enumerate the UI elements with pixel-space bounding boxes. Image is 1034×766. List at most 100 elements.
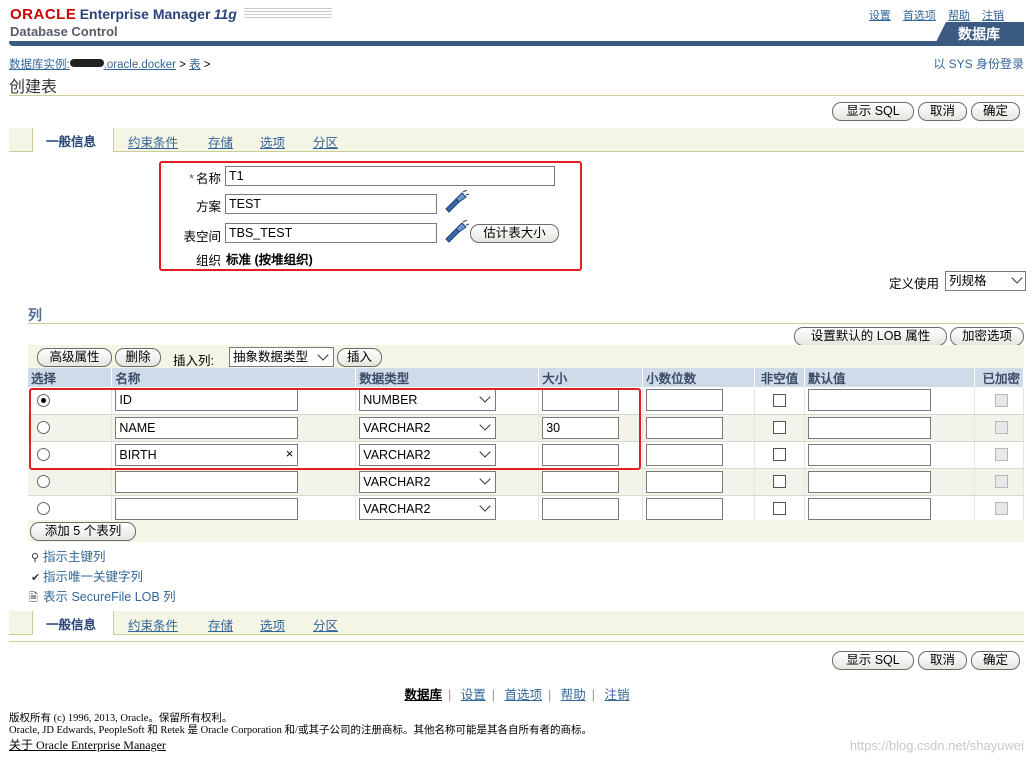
- define-using-label: 定义使用: [889, 277, 940, 291]
- table-row: VARCHAR2: [28, 495, 1025, 523]
- delete-button[interactable]: 删除: [115, 348, 161, 367]
- default-value-input[interactable]: [808, 470, 932, 493]
- bottom-divider: [9, 641, 1024, 642]
- product-name: Enterprise Manager: [79, 6, 211, 22]
- tab-general[interactable]: 一般信息: [46, 131, 96, 150]
- advanced-attributes-button[interactable]: 高级属性: [37, 348, 112, 367]
- size-input[interactable]: [542, 497, 620, 520]
- footer-links: 数据库 | 设置 | 首选项 | 帮助 | 注销: [404, 688, 630, 702]
- default-value-input[interactable]: [808, 416, 932, 439]
- row-select-radio[interactable]: [37, 475, 50, 488]
- not-null-checkbox[interactable]: [773, 475, 787, 488]
- organization-label: 组织: [195, 254, 221, 268]
- tab-partitions-bottom[interactable]: 分区: [313, 615, 338, 634]
- show-sql-button-bottom[interactable]: 显示 SQL: [832, 651, 914, 670]
- breadcrumb-table[interactable]: 表: [189, 59, 201, 71]
- subtab-bar-bottom: 一般信息 约束条件 存储 选项 分区: [9, 611, 1024, 635]
- ok-button-bottom[interactable]: 确定: [971, 651, 1020, 670]
- tab-options-bottom[interactable]: 选项: [260, 615, 285, 634]
- scale-input[interactable]: [646, 389, 724, 412]
- default-value-input[interactable]: [808, 497, 932, 520]
- define-using-select[interactable]: 列规格: [945, 271, 1026, 291]
- scale-input[interactable]: [646, 416, 724, 439]
- encrypted-checkbox: [995, 421, 1008, 434]
- default-value-input[interactable]: [808, 443, 932, 466]
- insert-button[interactable]: 插入: [337, 348, 382, 367]
- column-name-input[interactable]: [115, 497, 299, 520]
- datatype-select[interactable]: VARCHAR2: [359, 470, 497, 493]
- watermark: https://blog.csdn.net/shayuwei: [849, 738, 1024, 753]
- default-value-input[interactable]: [808, 389, 932, 412]
- page-title: 创建表: [9, 79, 58, 96]
- col-header-size: 大小: [538, 368, 644, 387]
- not-null-checkbox[interactable]: [773, 393, 787, 407]
- highlight-box-columns: [29, 388, 641, 470]
- scale-input[interactable]: [646, 443, 724, 466]
- encrypted-checkbox: [995, 502, 1008, 515]
- global-link-help[interactable]: 帮助: [948, 10, 970, 22]
- add-columns-button[interactable]: 添加 5 个表列: [30, 522, 136, 541]
- ok-button[interactable]: 确定: [971, 102, 1020, 121]
- breadcrumb-instance[interactable]: 数据库实例: .oracle.docker: [9, 59, 176, 71]
- login-info: 以 SYS 身份登录: [933, 57, 1024, 71]
- datatype-select[interactable]: VARCHAR2: [359, 497, 497, 520]
- scale-input[interactable]: [646, 497, 724, 520]
- about-link[interactable]: 关于 Oracle Enterprise Manager: [9, 736, 166, 753]
- encryption-options-button[interactable]: 加密选项: [950, 327, 1024, 346]
- tablespace-input[interactable]: TBS_TEST: [225, 223, 437, 243]
- not-null-checkbox[interactable]: [773, 502, 787, 515]
- col-header-not-null: 非空值: [754, 368, 806, 387]
- row-select-radio[interactable]: [37, 502, 50, 515]
- table-name-input[interactable]: T1: [225, 166, 555, 186]
- estimate-size-button[interactable]: 估计表大小: [470, 224, 559, 243]
- footer-link-database[interactable]: 数据库: [404, 688, 442, 702]
- header-bar: [9, 41, 1024, 46]
- insert-type-select[interactable]: 抽象数据类型: [229, 347, 334, 367]
- col-header-encrypted: 已加密: [974, 368, 1025, 387]
- tab-storage[interactable]: 存储: [208, 132, 233, 151]
- lob-attributes-button[interactable]: 设置默认的 LOB 属性: [794, 327, 947, 346]
- scale-input[interactable]: [646, 470, 724, 493]
- col-header-type: 数据类型: [355, 368, 540, 387]
- schema-input[interactable]: TEST: [225, 194, 437, 214]
- footer-link-preferences[interactable]: 首选项: [504, 688, 542, 702]
- tab-constraints-bottom[interactable]: 约束条件: [128, 615, 178, 634]
- product-version: 11g: [213, 6, 237, 22]
- col-header-scale: 小数位数: [642, 368, 756, 387]
- tab-options[interactable]: 选项: [260, 132, 285, 151]
- breadcrumb: 数据库实例: .oracle.docker > 表 >: [9, 59, 211, 71]
- tab-constraints[interactable]: 约束条件: [128, 132, 178, 151]
- footer-link-logout[interactable]: 注销: [604, 688, 629, 702]
- columns-section-title: 列: [28, 307, 42, 323]
- cancel-button-bottom[interactable]: 取消: [918, 651, 967, 670]
- insert-column-label: 插入列:: [173, 354, 214, 368]
- size-input[interactable]: [542, 470, 620, 493]
- tab-general-bottom[interactable]: 一般信息: [46, 614, 96, 633]
- required-mark: *: [189, 172, 194, 186]
- section-divider: [28, 323, 1024, 324]
- logo-stripes: [244, 8, 333, 20]
- column-name-input[interactable]: [115, 470, 299, 493]
- flashlight-search-icon[interactable]: [443, 220, 469, 244]
- tab-partitions[interactable]: 分区: [313, 132, 338, 151]
- global-link-logout[interactable]: 注销: [982, 10, 1004, 22]
- footer-link-help[interactable]: 帮助: [561, 688, 586, 702]
- schema-label: 方案: [195, 200, 221, 214]
- tab-storage-bottom[interactable]: 存储: [208, 615, 233, 634]
- tablespace-label: 表空间: [183, 230, 221, 244]
- not-null-checkbox[interactable]: [773, 421, 787, 434]
- flashlight-search-icon[interactable]: [443, 190, 469, 214]
- add-rows-bar: [28, 520, 1024, 542]
- global-link-preferences[interactable]: 首选项: [903, 10, 936, 22]
- subtab-bar-top: 一般信息 约束条件 存储 选项 分区: [9, 128, 1024, 152]
- tab-database[interactable]: 数据库: [934, 22, 1024, 46]
- col-header-default: 默认值: [804, 368, 975, 387]
- hint-primary-key: ⚲ 指示主键列: [31, 550, 106, 564]
- cancel-button[interactable]: 取消: [918, 102, 967, 121]
- global-link-settings[interactable]: 设置: [869, 10, 891, 22]
- show-sql-button[interactable]: 显示 SQL: [832, 102, 914, 121]
- footer-link-settings[interactable]: 设置: [461, 688, 486, 702]
- organization-value: 标准 (按堆组织): [226, 253, 313, 267]
- not-null-checkbox[interactable]: [773, 448, 787, 461]
- oracle-logo: ORACLE: [10, 6, 77, 23]
